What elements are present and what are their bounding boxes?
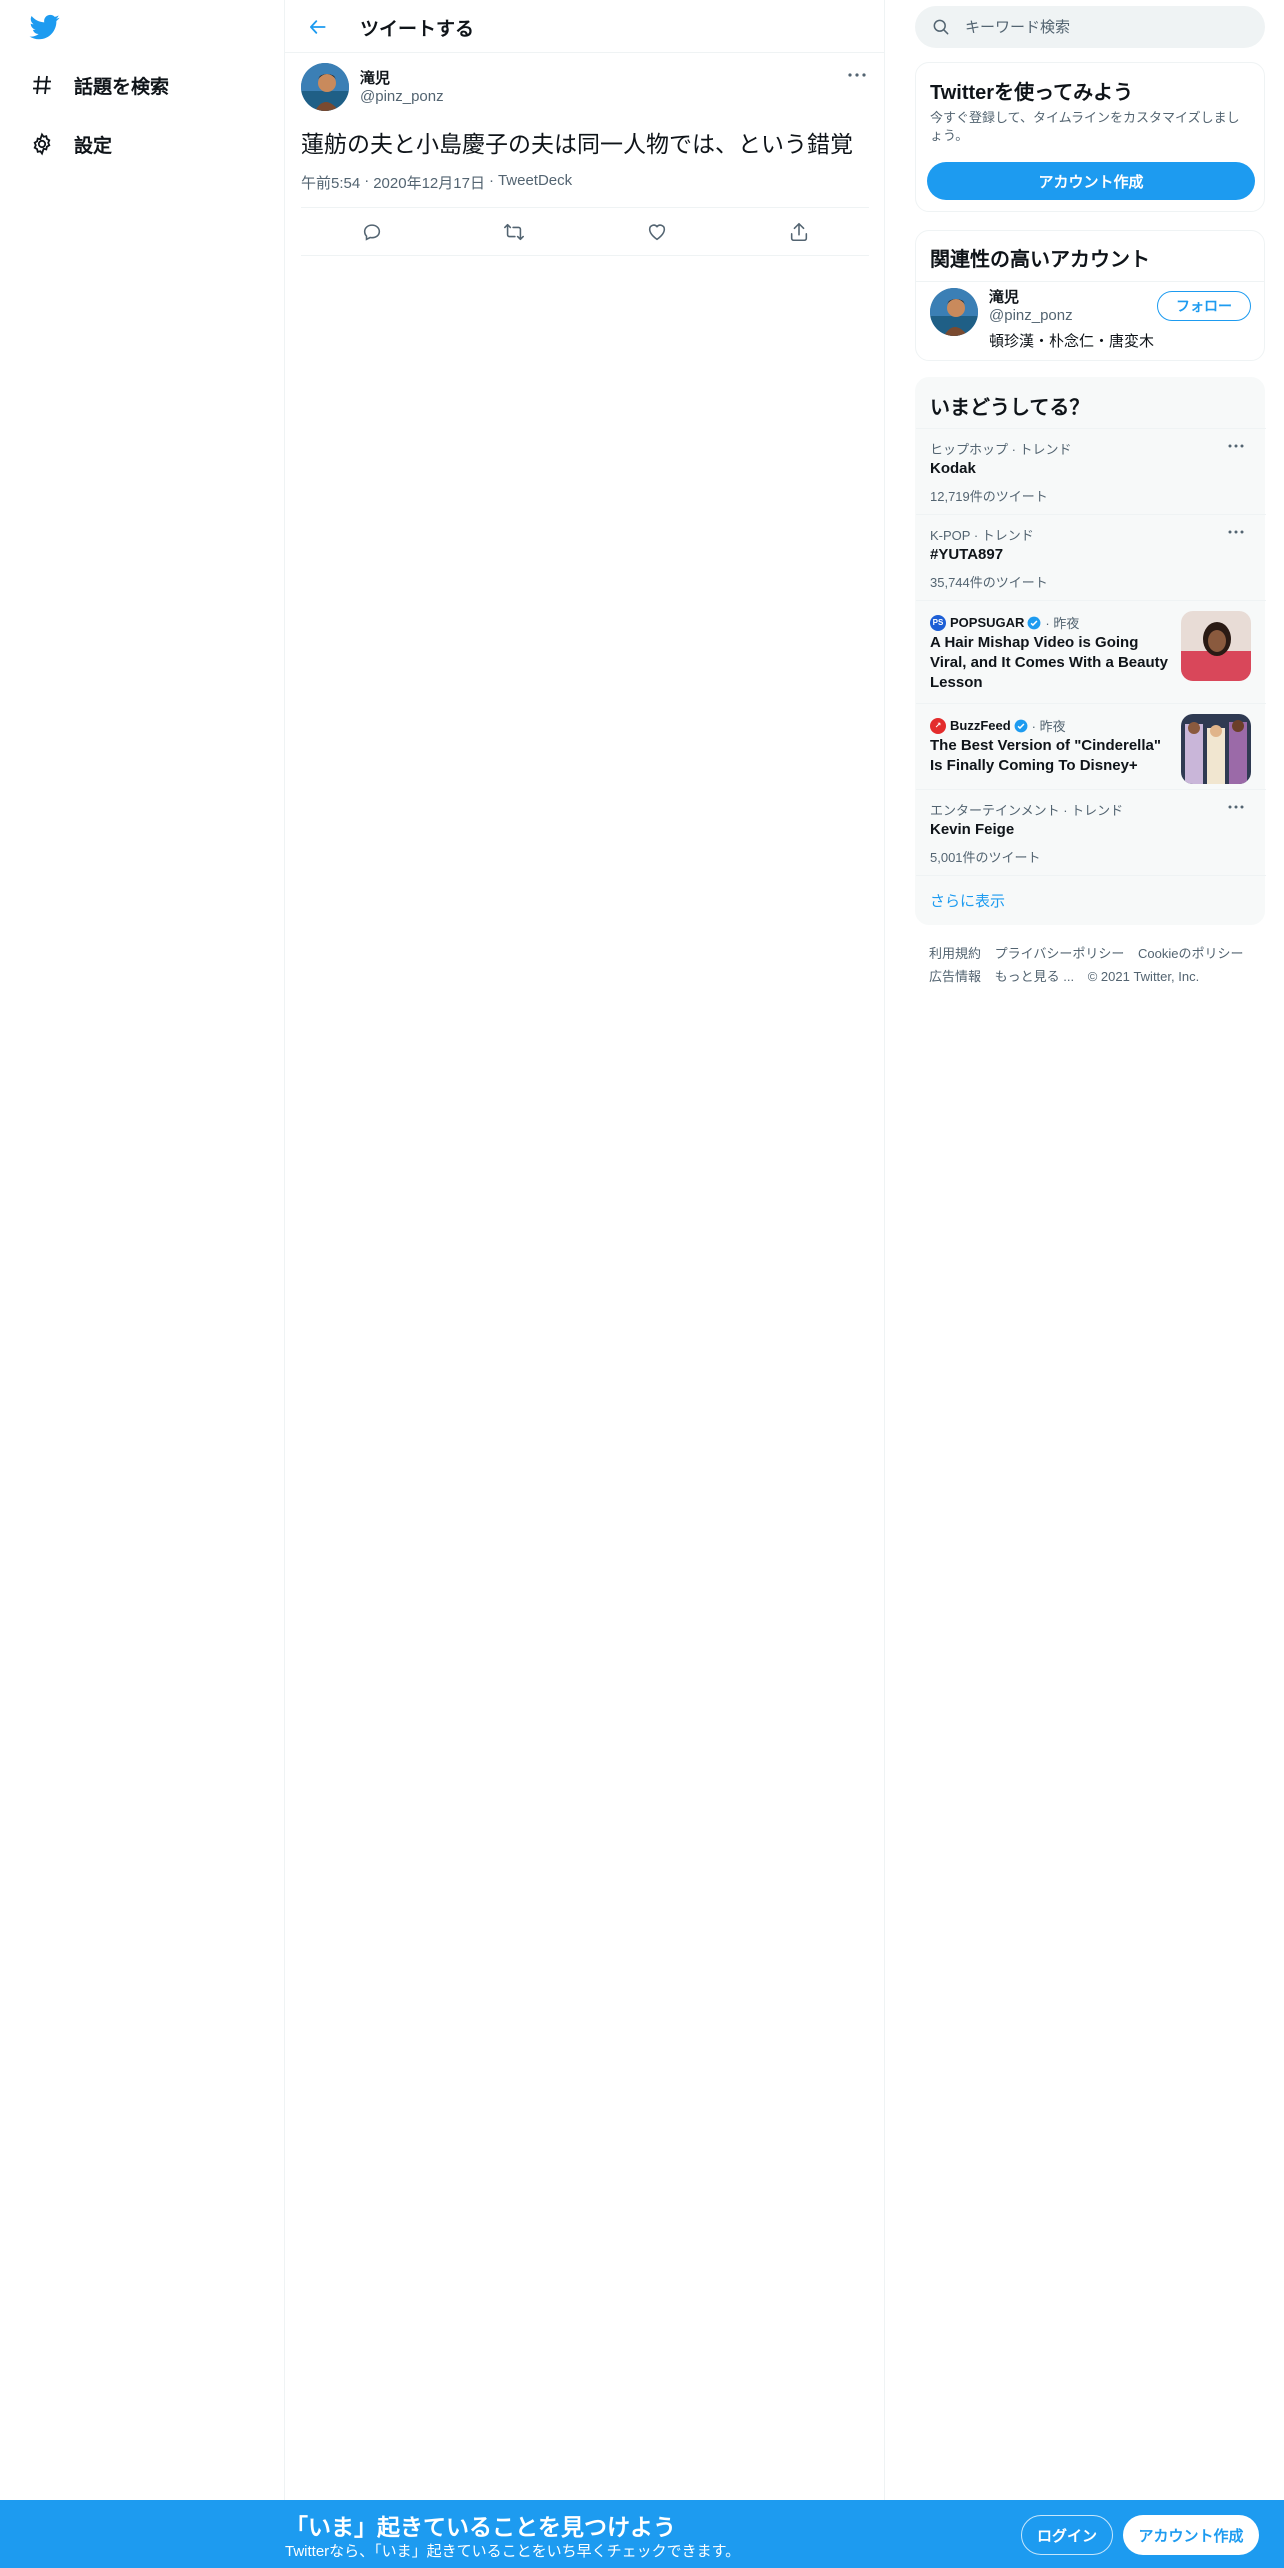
page-header: ツイートする xyxy=(285,0,885,53)
related-handle[interactable]: @pinz_ponz xyxy=(989,307,1073,324)
author-handle[interactable]: @pinz_ponz xyxy=(360,88,444,105)
gear-icon xyxy=(28,130,56,158)
trend-count: 35,744件のツイート xyxy=(930,575,1048,590)
news-item[interactable]: ↗ BuzzFeed · 昨夜 The Best Version of "Cin… xyxy=(916,703,1266,789)
search-input[interactable] xyxy=(965,6,1245,48)
news-source-name: POPSUGAR xyxy=(950,615,1025,630)
tweet-time[interactable]: 午前5:54 xyxy=(301,172,360,193)
signup-title: Twitterを使ってみよう xyxy=(930,82,1134,104)
create-account-button[interactable]: アカウント作成 xyxy=(1123,2515,1259,2555)
bottom-signup-bar: 「いま」起きていることを見つけよう Twitterなら、「いま」起きていることを… xyxy=(0,2500,1284,2568)
footer-link[interactable]: もっと見る ... xyxy=(995,969,1074,984)
news-item[interactable]: PS POPSUGAR · 昨夜 A Hair Mishap Video is … xyxy=(916,600,1266,703)
news-source: PS POPSUGAR · 昨夜 xyxy=(930,613,1079,632)
show-more-link[interactable]: さらに表示 xyxy=(930,890,1005,911)
buzzfeed-logo-icon: ↗ xyxy=(930,717,946,734)
footer-link[interactable]: Cookieのポリシー xyxy=(1138,946,1243,961)
divider xyxy=(916,875,1266,876)
footer-link[interactable]: プライバシーポリシー xyxy=(995,946,1125,961)
verified-icon xyxy=(1027,616,1041,630)
related-bio: 頓珍漢・朴念仁・唐変木 xyxy=(989,333,1155,350)
tweet-actions xyxy=(301,207,869,256)
more-icon[interactable] xyxy=(1228,796,1244,814)
left-nav: 話題を検索 設定 xyxy=(0,0,285,2500)
share-icon[interactable] xyxy=(787,220,811,244)
nav-explore-label: 話題を検索 xyxy=(74,76,170,98)
news-source: ↗ BuzzFeed · 昨夜 xyxy=(930,716,1066,735)
hashtag-icon xyxy=(28,71,56,99)
nav-settings-label: 設定 xyxy=(74,135,113,157)
trend-context: ヒップホップ · トレンド xyxy=(930,442,1072,457)
trend-item[interactable]: ヒップホップ · トレンド Kodak 12,719件のツイート xyxy=(916,428,1266,514)
page: 話題を検索 設定 ツイートする 滝児 @pinz_ponz 蓮舫の夫と小島慶子の… xyxy=(0,0,1284,2568)
popsugar-logo-icon: PS xyxy=(930,614,946,631)
avatar[interactable] xyxy=(301,63,349,111)
trend-name: Kodak xyxy=(930,460,976,477)
news-headline: The Best Version of "Cinderella" Is Fina… xyxy=(930,737,1161,774)
news-thumbnail xyxy=(1181,611,1251,681)
tweet-source[interactable]: TweetDeck xyxy=(498,172,572,193)
reply-icon[interactable] xyxy=(360,220,384,244)
trends-card: いまどうしてる？ ヒップホップ · トレンド Kodak 12,719件のツイー… xyxy=(915,377,1266,925)
news-headline: A Hair Mishap Video is Going Viral, and … xyxy=(930,634,1168,691)
news-source-name: BuzzFeed xyxy=(950,718,1011,733)
login-button[interactable]: ログイン xyxy=(1021,2515,1113,2555)
footer-link[interactable]: 利用規約 xyxy=(929,946,981,961)
verified-icon xyxy=(1014,719,1028,733)
trend-item[interactable]: K-POP · トレンド #YUTA897 35,744件のツイート xyxy=(916,514,1266,600)
trends-title: いまどうしてる？ xyxy=(930,397,1090,419)
tweet-date[interactable]: 2020年12月17日 xyxy=(373,172,485,193)
more-icon[interactable] xyxy=(1228,521,1244,539)
divider xyxy=(916,281,1264,282)
like-icon[interactable] xyxy=(645,220,669,244)
more-icon[interactable] xyxy=(845,63,869,87)
more-icon[interactable] xyxy=(1228,435,1244,453)
copyright: © 2021 Twitter, Inc. xyxy=(1087,969,1200,984)
main-column: ツイートする 滝児 @pinz_ponz 蓮舫の夫と小島慶子の夫は同一人物では、… xyxy=(285,0,885,2500)
author-name[interactable]: 滝児 xyxy=(360,67,390,88)
related-title: 関連性の高いアカウント xyxy=(930,249,1150,271)
news-time: · 昨夜 xyxy=(1045,616,1080,631)
search-icon xyxy=(931,17,951,37)
signup-card: Twitterを使ってみよう 今すぐ登録して、タイムラインをカスタマイズしましょ… xyxy=(915,62,1265,212)
trend-count: 5,001件のツイート xyxy=(930,850,1041,865)
related-accounts-card: 関連性の高いアカウント 滝児 @pinz_ponz 頓珍漢・朴念仁・唐変木 フォ… xyxy=(915,230,1265,361)
create-account-button[interactable]: アカウント作成 xyxy=(927,162,1255,200)
tweet-meta: 午前5:54 · 2020年12月17日 · TweetDeck xyxy=(301,172,572,193)
bottom-bar-subtitle: Twitterなら、「いま」起きていることをいち早くチェックできます。 xyxy=(285,2543,741,2560)
related-name[interactable]: 滝児 xyxy=(989,286,1019,307)
bottom-bar-title: 「いま」起きていることを見つけよう xyxy=(285,2514,676,2540)
avatar[interactable] xyxy=(930,288,978,336)
page-title: ツイートする xyxy=(360,19,475,40)
search-box[interactable] xyxy=(915,6,1265,48)
twitter-bird-icon[interactable] xyxy=(28,12,62,42)
news-thumbnail xyxy=(1181,714,1251,784)
nav-settings[interactable]: 設定 xyxy=(28,124,112,164)
trend-name: #YUTA897 xyxy=(930,546,1004,563)
follow-button[interactable]: フォロー xyxy=(1157,291,1251,321)
footer-link[interactable]: 広告情報 xyxy=(929,969,981,984)
footer-links: 利用規約 プライバシーポリシー Cookieのポリシー 広告情報 もっと見る .… xyxy=(929,942,1259,988)
trend-name: Kevin Feige xyxy=(930,821,1015,838)
trend-context: K-POP · トレンド xyxy=(930,528,1034,543)
nav-explore[interactable]: 話題を検索 xyxy=(28,65,169,105)
news-time: · 昨夜 xyxy=(1031,719,1066,734)
trend-context: エンターテインメント · トレンド xyxy=(930,803,1124,818)
meta-separator: · xyxy=(488,172,494,189)
meta-separator: · xyxy=(364,172,370,189)
trend-count: 12,719件のツイート xyxy=(930,489,1048,504)
tweet-text: 蓮舫の夫と小島慶子の夫は同一人物では、という錯覚 xyxy=(301,131,853,157)
back-arrow-icon[interactable] xyxy=(303,12,333,42)
retweet-icon[interactable] xyxy=(502,220,526,244)
signup-description: 今すぐ登録して、タイムラインをカスタマイズしましょう。 xyxy=(930,110,1240,143)
trend-item[interactable]: エンターテインメント · トレンド Kevin Feige 5,001件のツイー… xyxy=(916,789,1266,875)
